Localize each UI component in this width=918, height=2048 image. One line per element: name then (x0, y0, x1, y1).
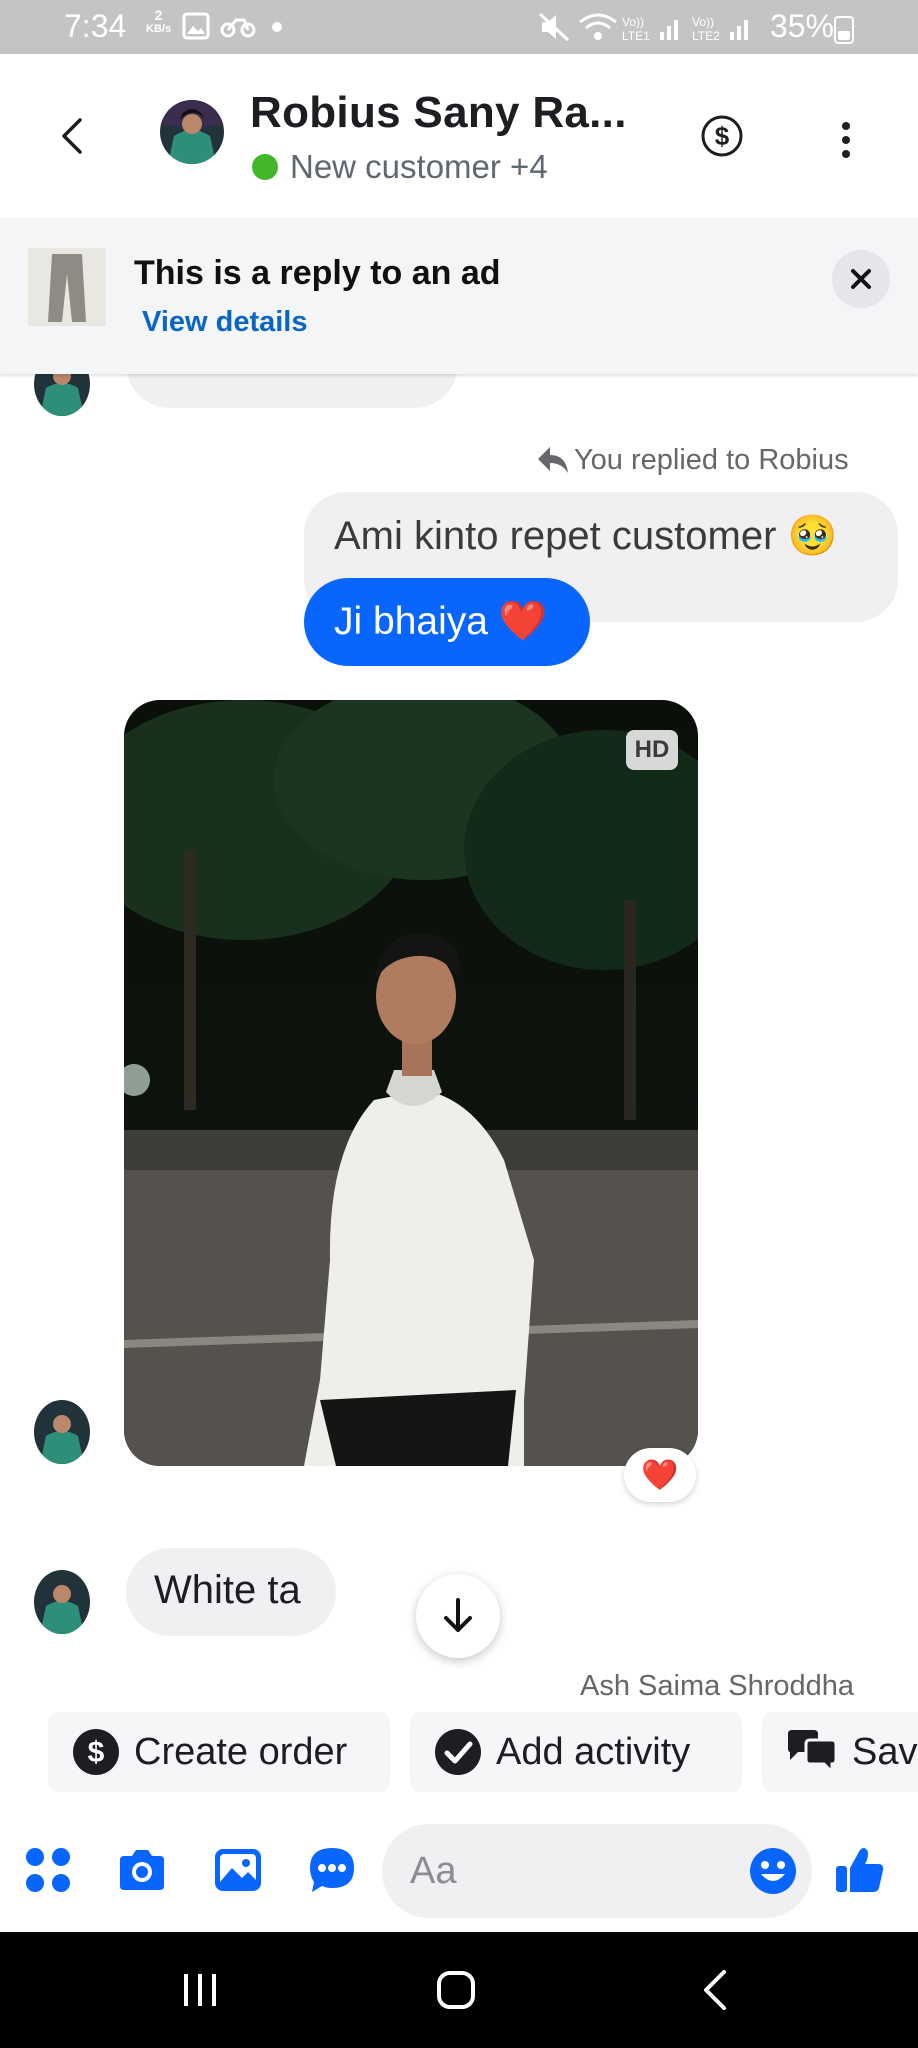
more-notifications-dot (272, 22, 282, 32)
hd-badge: HD (626, 730, 678, 770)
chat-bubbles-icon (788, 1730, 838, 1776)
gallery-icon[interactable] (212, 1844, 264, 1896)
sender-avatar[interactable] (34, 1400, 90, 1464)
gallery-notification-icon (182, 12, 210, 40)
message-bubble-received[interactable]: White ta (126, 1548, 336, 1636)
like-thumbs-up-icon[interactable] (834, 1844, 886, 1896)
menu-dots-icon[interactable] (22, 1844, 74, 1896)
view-details-link[interactable]: View details (142, 306, 308, 339)
contact-avatar[interactable] (160, 100, 224, 164)
svg-text:LTE2: LTE2 (692, 29, 720, 42)
status-bar: 7:34 2 KB/s Vo)) LTE1 Vo)) LTE2 35% (0, 0, 918, 54)
photo-message[interactable] (124, 700, 698, 1466)
ad-product-thumbnail[interactable] (28, 248, 106, 326)
battery-icon (834, 16, 854, 44)
svg-text:$: $ (715, 121, 730, 151)
message-composer: Aa (0, 1808, 918, 1932)
network-speed-unit: KB/s (146, 23, 172, 35)
chat-header: Robius Sany Ra... New customer +4 $ (0, 54, 918, 218)
system-nav-bar (0, 1932, 918, 2048)
add-activity-button[interactable]: Add activity (410, 1712, 742, 1792)
message-input-placeholder: Aa (410, 1850, 457, 1892)
arrow-down-icon (444, 1598, 472, 1632)
reaction-emoji: ❤️ (641, 1458, 679, 1492)
message-text: White ta (154, 1568, 301, 1612)
mute-icon (538, 12, 570, 42)
create-order-button[interactable]: $ Create order (48, 1712, 390, 1792)
network-speed: 2 KB/s (146, 8, 171, 36)
signal-sim2-icon: Vo)) LTE2 (692, 15, 748, 42)
bike-notification-icon (220, 18, 256, 38)
sender-avatar[interactable] (34, 1570, 90, 1634)
dollar-circle-icon: $ (73, 1729, 119, 1775)
quoted-message-text: Ami kinto repet customer 🥹 (334, 514, 838, 558)
network-speed-value: 2 (154, 7, 163, 23)
create-order-label: Create order (134, 1730, 348, 1773)
home-button[interactable] (436, 1970, 476, 2010)
svg-text:Vo)): Vo)) (622, 15, 644, 29)
quick-actions-bar: $ Create order Add activity Sav (0, 1696, 918, 1808)
back-nav-button[interactable] (700, 1970, 730, 2010)
battery-percent: 35% (769, 8, 834, 44)
online-status-dot (252, 154, 278, 180)
close-banner-button[interactable] (832, 250, 890, 308)
message-input[interactable]: Aa (382, 1824, 812, 1918)
recent-apps-button[interactable] (180, 1972, 220, 2008)
ad-banner-title: This is a reply to an ad (134, 254, 501, 292)
svg-text:LTE1: LTE1 (622, 29, 650, 42)
scroll-to-bottom-button[interactable] (416, 1574, 500, 1658)
wifi-icon (579, 13, 617, 40)
emoji-icon[interactable] (748, 1846, 798, 1896)
payments-button[interactable]: $ (700, 114, 744, 158)
contact-labels[interactable]: New customer +4 (290, 148, 548, 186)
ad-reply-banner: This is a reply to an ad View details (0, 218, 918, 374)
chat-icon[interactable] (306, 1844, 358, 1896)
svg-text:$: $ (88, 1736, 105, 1769)
check-circle-icon (435, 1729, 481, 1775)
close-icon (851, 269, 871, 289)
message-text: Ji bhaiya ❤️ (334, 600, 548, 643)
svg-text:Vo)): Vo)) (692, 15, 714, 29)
more-options-button[interactable] (834, 118, 858, 162)
reply-indicator: You replied to Robius (536, 444, 849, 477)
reply-note-text: You replied to Robius (574, 444, 849, 476)
reply-arrow-icon (538, 447, 568, 473)
back-button[interactable] (54, 116, 94, 156)
camera-icon[interactable] (116, 1844, 168, 1896)
save-reply-button[interactable]: Sav (762, 1712, 918, 1792)
contact-name[interactable]: Robius Sany Ra... (250, 88, 627, 138)
status-time: 7:34 (64, 8, 127, 44)
message-bubble-sent[interactable]: Ji bhaiya ❤️ (304, 578, 590, 666)
add-activity-label: Add activity (496, 1730, 691, 1773)
save-label: Sav (852, 1730, 918, 1773)
message-reaction[interactable]: ❤️ (624, 1448, 696, 1502)
signal-sim1-icon: Vo)) LTE1 (622, 15, 678, 42)
